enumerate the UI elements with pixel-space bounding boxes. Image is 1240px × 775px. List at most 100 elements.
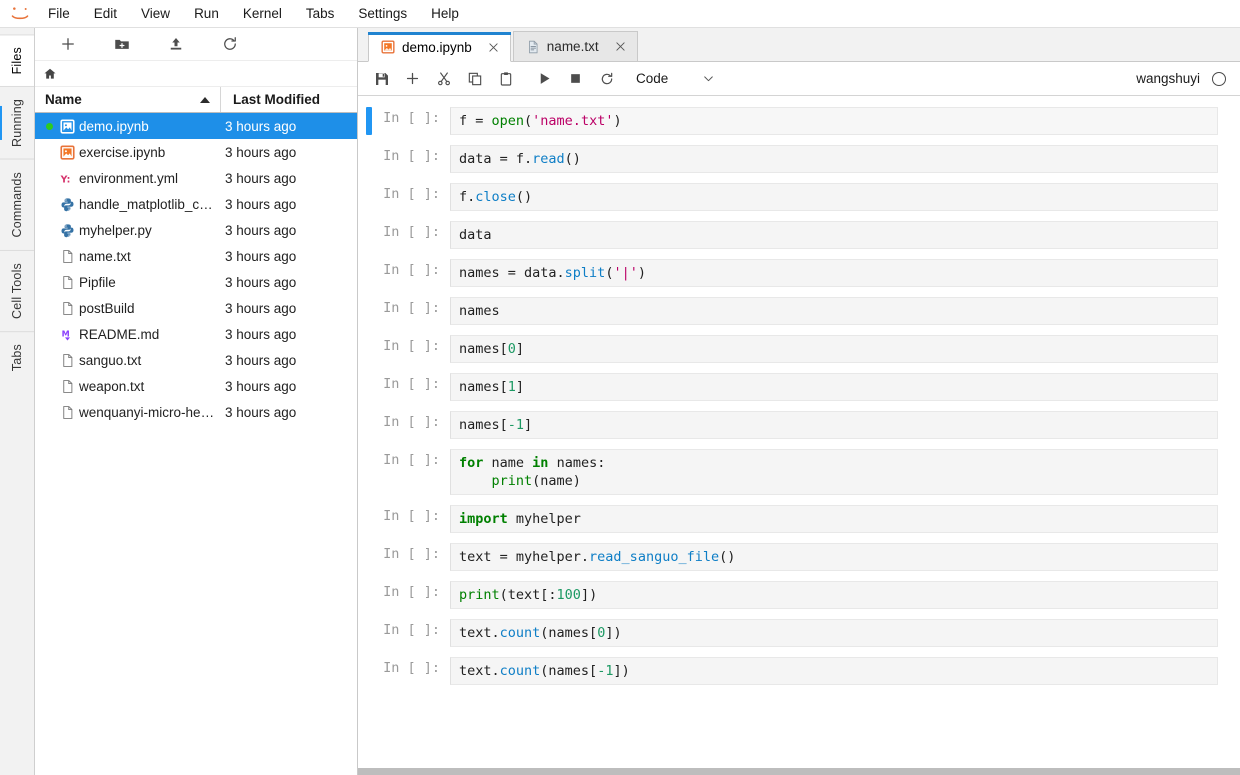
notebook-cell[interactable]: In [ ]:names[0] xyxy=(358,330,1240,368)
workspace: Files Running Commands Cell Tools Tabs xyxy=(0,28,1240,775)
file-name: weapon.txt xyxy=(79,379,221,394)
cell-prompt: In [ ]: xyxy=(376,221,450,240)
cell-input-editor[interactable]: names[0] xyxy=(450,335,1218,363)
cell-prompt: In [ ]: xyxy=(376,145,450,164)
file-list-item[interactable]: sanguo.txt3 hours ago xyxy=(35,347,357,373)
menu-settings[interactable]: Settings xyxy=(348,3,417,24)
cell-input-editor[interactable]: names = data.split('|') xyxy=(450,259,1218,287)
file-list-item[interactable]: postBuild3 hours ago xyxy=(35,295,357,321)
horizontal-scrollbar[interactable] xyxy=(358,768,1240,775)
code-token: ] xyxy=(524,417,532,433)
cell-input-editor[interactable]: names[1] xyxy=(450,373,1218,401)
upload-button[interactable] xyxy=(149,31,203,57)
file-name: myhelper.py xyxy=(79,223,221,238)
notebook-cell[interactable]: In [ ]:import myhelper xyxy=(358,500,1240,538)
file-list-item[interactable]: Y:environment.yml3 hours ago xyxy=(35,165,357,191)
notebook-cell[interactable]: In [ ]:data = f.read() xyxy=(358,140,1240,178)
file-list-item[interactable]: MREADME.md3 hours ago xyxy=(35,321,357,347)
close-icon[interactable] xyxy=(486,39,502,55)
home-icon[interactable] xyxy=(43,67,65,81)
sidebar-item-commands[interactable]: Commands xyxy=(0,159,34,250)
code-token: (names[ xyxy=(540,625,597,641)
notebook-cell[interactable]: In [ ]:f = open('name.txt') xyxy=(358,102,1240,140)
cell-input-editor[interactable]: f.close() xyxy=(450,183,1218,211)
cell-marker xyxy=(366,411,372,439)
menu-view[interactable]: View xyxy=(131,3,180,24)
code-token: names[ xyxy=(459,379,508,395)
cell-input-editor[interactable]: names xyxy=(450,297,1218,325)
tab-name-txt[interactable]: name.txt xyxy=(513,31,638,61)
kernel-status-indicator[interactable] xyxy=(1212,72,1226,86)
menu-help[interactable]: Help xyxy=(421,3,469,24)
cell-input-editor[interactable]: data = f.read() xyxy=(450,145,1218,173)
cell-input-editor[interactable]: for name in names: print(name) xyxy=(450,449,1218,495)
cell-input-editor[interactable]: data xyxy=(450,221,1218,249)
column-header-last-modified[interactable]: Last Modified xyxy=(221,92,357,107)
new-launcher-button[interactable] xyxy=(41,31,95,57)
cell-input-editor[interactable]: f = open('name.txt') xyxy=(450,107,1218,135)
python-icon xyxy=(55,197,79,212)
code-token: () xyxy=(565,151,581,167)
close-icon[interactable] xyxy=(613,39,629,55)
tab-demo-ipynb[interactable]: demo.ipynb xyxy=(368,32,511,62)
file-last-modified: 3 hours ago xyxy=(221,223,357,238)
file-list-item[interactable]: demo.ipynb3 hours ago xyxy=(35,113,357,139)
interrupt-kernel-button[interactable] xyxy=(560,66,591,92)
notebook-cell[interactable]: In [ ]:names[-1] xyxy=(358,406,1240,444)
menu-run[interactable]: Run xyxy=(184,3,229,24)
notebook-cell[interactable]: In [ ]:names[1] xyxy=(358,368,1240,406)
cell-input-editor[interactable]: text.count(names[-1]) xyxy=(450,657,1218,685)
paste-cell-button[interactable] xyxy=(490,66,521,92)
refresh-button[interactable] xyxy=(203,31,257,57)
save-button[interactable] xyxy=(366,66,397,92)
file-name: sanguo.txt xyxy=(79,353,221,368)
sidebar-item-label: Commands xyxy=(10,172,24,238)
file-last-modified: 3 hours ago xyxy=(221,327,357,342)
insert-cell-button[interactable] xyxy=(397,66,428,92)
notebook-cell[interactable]: In [ ]:names = data.split('|') xyxy=(358,254,1240,292)
sidebar-item-tabs[interactable]: Tabs xyxy=(0,331,34,383)
notebook-cell-list[interactable]: In [ ]:f = open('name.txt')In [ ]:data =… xyxy=(358,96,1240,775)
column-header-name[interactable]: Name xyxy=(35,92,220,107)
file-list-item[interactable]: myhelper.py3 hours ago xyxy=(35,217,357,243)
code-token: text. xyxy=(459,625,500,641)
file-list-item[interactable]: name.txt3 hours ago xyxy=(35,243,357,269)
menu-kernel[interactable]: Kernel xyxy=(233,3,292,24)
file-last-modified: 3 hours ago xyxy=(221,379,357,394)
new-folder-button[interactable] xyxy=(95,31,149,57)
file-list-item[interactable]: Pipfile3 hours ago xyxy=(35,269,357,295)
cut-cell-button[interactable] xyxy=(428,66,459,92)
notebook-cell[interactable]: In [ ]:text.count(names[0]) xyxy=(358,614,1240,652)
cell-input-editor[interactable]: print(text[:100]) xyxy=(450,581,1218,609)
kernel-name[interactable]: wangshuyi xyxy=(1136,71,1200,86)
menu-file[interactable]: File xyxy=(38,3,80,24)
menu-edit[interactable]: Edit xyxy=(84,3,127,24)
run-cell-button[interactable] xyxy=(529,66,560,92)
file-last-modified: 3 hours ago xyxy=(221,197,357,212)
notebook-cell[interactable]: In [ ]:data xyxy=(358,216,1240,254)
cell-type-select[interactable]: Code xyxy=(632,67,719,91)
sidebar-item-cell-tools[interactable]: Cell Tools xyxy=(0,250,34,331)
cell-input-editor[interactable]: text = myhelper.read_sanguo_file() xyxy=(450,543,1218,571)
sidebar-item-running[interactable]: Running xyxy=(0,86,34,159)
notebook-cell[interactable]: In [ ]:print(text[:100]) xyxy=(358,576,1240,614)
cell-marker xyxy=(366,183,372,211)
notebook-cell[interactable]: In [ ]:names xyxy=(358,292,1240,330)
sidebar-item-label: Cell Tools xyxy=(10,263,24,319)
notebook-cell[interactable]: In [ ]:text.count(names[-1]) xyxy=(358,652,1240,690)
copy-cell-button[interactable] xyxy=(459,66,490,92)
restart-kernel-button[interactable] xyxy=(591,66,622,92)
cell-input-editor[interactable]: names[-1] xyxy=(450,411,1218,439)
notebook-cell[interactable]: In [ ]:text = myhelper.read_sanguo_file(… xyxy=(358,538,1240,576)
notebook-cell[interactable]: In [ ]:f.close() xyxy=(358,178,1240,216)
cell-input-editor[interactable]: text.count(names[0]) xyxy=(450,619,1218,647)
file-list-item[interactable]: wenquanyi-micro-hei.ttf3 hours ago xyxy=(35,399,357,425)
file-list-item[interactable]: exercise.ipynb3 hours ago xyxy=(35,139,357,165)
code-token: -1 xyxy=(597,663,613,679)
cell-input-editor[interactable]: import myhelper xyxy=(450,505,1218,533)
sidebar-item-files[interactable]: Files xyxy=(0,34,34,86)
notebook-cell[interactable]: In [ ]:for name in names: print(name) xyxy=(358,444,1240,500)
file-list-item[interactable]: handle_matplotlib_chin…3 hours ago xyxy=(35,191,357,217)
menu-tabs[interactable]: Tabs xyxy=(296,3,345,24)
file-list-item[interactable]: weapon.txt3 hours ago xyxy=(35,373,357,399)
